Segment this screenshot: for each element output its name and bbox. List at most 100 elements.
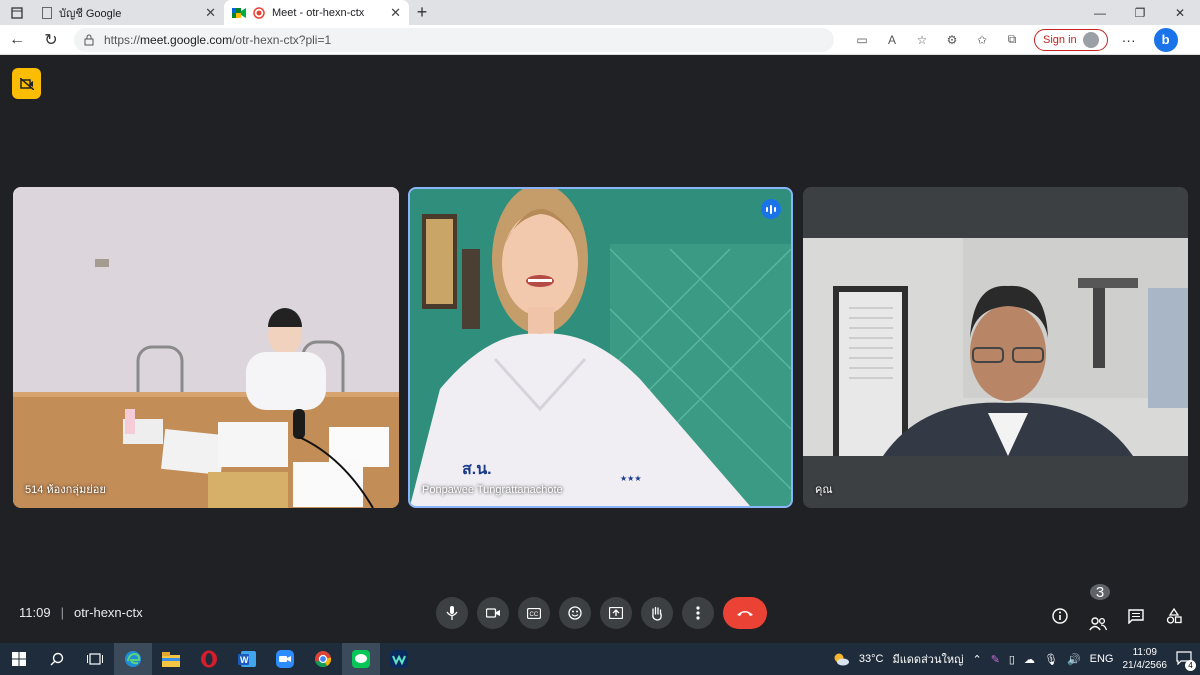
restore-icon[interactable]: ❐: [1120, 0, 1160, 25]
url-text: https://meet.google.com/otr-hexn-ctx?pli…: [104, 32, 332, 47]
taskbar-clock[interactable]: 11:09 21/4/2566: [1123, 646, 1168, 672]
hang-up-icon: [737, 611, 753, 616]
participant-video: ส.น. ★★★: [410, 189, 791, 506]
captions-button[interactable]: CC: [518, 597, 550, 629]
refresh-icon[interactable]: ↻: [34, 25, 68, 55]
participant-tile-active-speaker[interactable]: ส.น. ★★★ Ponpawee Tungrattanachote: [408, 187, 793, 508]
more-vert-icon: [696, 606, 700, 620]
camera-permission-icon[interactable]: ▭: [854, 33, 870, 47]
windows-taskbar: W 33°C มีแดดส่วนใหญ่ ⌃ ✎ ▯ ☁ 🎙 🔊 ENG 11:…: [0, 643, 1200, 675]
page-icon: [42, 6, 52, 19]
opera-icon[interactable]: [190, 643, 228, 675]
back-icon[interactable]: ←: [0, 25, 34, 55]
camera-off-badge-icon[interactable]: [12, 68, 41, 99]
meeting-info: 11:09 | otr-hexn-ctx: [19, 605, 143, 620]
svg-text:W: W: [240, 655, 249, 665]
onedrive-icon[interactable]: ☁: [1024, 653, 1035, 666]
language-indicator[interactable]: ENG: [1090, 653, 1114, 665]
leave-call-button[interactable]: [723, 597, 767, 629]
activities-button[interactable]: [1164, 607, 1184, 628]
window-controls: — ❐ ✕: [1080, 0, 1200, 25]
call-controls: CC: [436, 597, 767, 629]
extensions-icon[interactable]: ⚙: [944, 33, 960, 47]
tab-title: Meet - otr-hexn-ctx: [272, 6, 365, 19]
weather-icon[interactable]: [832, 652, 850, 666]
sign-in-label: Sign in: [1043, 33, 1077, 46]
url-icons: ▭ A ☆ ⚙ ✩ ⧉: [854, 32, 1020, 47]
webex-icon[interactable]: [380, 643, 418, 675]
notification-center-icon[interactable]: 4: [1176, 650, 1196, 671]
chrome-icon[interactable]: [304, 643, 342, 675]
minimize-icon[interactable]: —: [1080, 0, 1120, 25]
add-favorite-icon[interactable]: ☆: [914, 33, 930, 47]
collections-icon[interactable]: ⧉: [1004, 32, 1020, 47]
volume-icon[interactable]: 🔊: [1067, 653, 1081, 666]
speaking-indicator-icon: [761, 199, 781, 219]
camera-icon: [486, 608, 500, 618]
address-bar: ← ↻ https://meet.google.com/otr-hexn-ctx…: [0, 25, 1200, 55]
search-icon[interactable]: [38, 643, 76, 675]
tab-title: บัญชี Google: [59, 7, 122, 20]
camera-button[interactable]: [477, 597, 509, 629]
clock-date: 21/4/2566: [1122, 660, 1168, 671]
reactions-button[interactable]: [559, 597, 591, 629]
close-tab-icon[interactable]: ✕: [205, 5, 216, 21]
weather-temp[interactable]: 33°C: [859, 653, 884, 665]
participant-video: [803, 238, 1188, 456]
participant-tile-self[interactable]: คุณ: [803, 187, 1188, 508]
read-aloud-icon[interactable]: A: [884, 33, 900, 47]
file-explorer-icon[interactable]: [152, 643, 190, 675]
close-tab-icon[interactable]: ✕: [390, 5, 401, 21]
url-field[interactable]: https://meet.google.com/otr-hexn-ctx?pli…: [74, 27, 834, 52]
weather-desc[interactable]: มีแดดส่วนใหญ่: [892, 650, 963, 668]
meeting-time: 11:09: [19, 605, 51, 620]
tab-google-account[interactable]: บัญชี Google ✕: [34, 0, 224, 25]
bing-icon[interactable]: b: [1153, 27, 1178, 52]
captions-icon: CC: [527, 607, 541, 619]
line-icon[interactable]: [342, 643, 380, 675]
zoom-icon[interactable]: [266, 643, 304, 675]
microphone-tray-icon[interactable]: 🎙: [1044, 653, 1058, 666]
word-icon[interactable]: W: [228, 643, 266, 675]
windows-start-icon[interactable]: [0, 643, 38, 675]
present-button[interactable]: [600, 597, 632, 629]
more-icon[interactable]: ···: [1122, 32, 1136, 48]
svg-text:★★★: ★★★: [620, 474, 642, 483]
tab-actions-icon[interactable]: [0, 0, 34, 25]
microphone-button[interactable]: [436, 597, 468, 629]
tab-meet[interactable]: Meet - otr-hexn-ctx ✕: [224, 0, 409, 25]
chat-button[interactable]: [1126, 608, 1146, 628]
pen-icon[interactable]: ✎: [991, 653, 1000, 666]
notification-count: 4: [1185, 659, 1196, 671]
participant-name: Ponpawee Tungrattanachote: [422, 484, 563, 496]
more-options-button[interactable]: [682, 597, 714, 629]
meeting-details-button[interactable]: [1050, 608, 1070, 628]
close-window-icon[interactable]: ✕: [1160, 0, 1200, 25]
meet-logo-icon: [232, 7, 246, 18]
participant-name: คุณ: [815, 484, 833, 496]
avatar-icon: [1082, 31, 1099, 48]
system-tray: 33°C มีแดดส่วนใหญ่ ⌃ ✎ ▯ ☁ 🎙 🔊 ENG 11:09…: [832, 646, 1200, 672]
task-view-icon[interactable]: [76, 643, 114, 675]
people-button[interactable]: 3: [1088, 584, 1110, 635]
meeting-code: otr-hexn-ctx: [73, 605, 143, 620]
divider: |: [60, 605, 64, 620]
meet-stage: 514 ห้องกลุ่มย่อย ส.น. ★★★ Ponpawee Tung…: [0, 56, 1200, 643]
device-icon[interactable]: ▯: [1009, 653, 1015, 666]
side-controls: 3: [1050, 584, 1184, 635]
clock-time: 11:09: [1132, 647, 1157, 658]
activities-icon: [1166, 607, 1182, 624]
participant-video: [13, 187, 399, 508]
participant-tile[interactable]: 514 ห้องกลุ่มย่อย: [13, 187, 399, 508]
raise-hand-button[interactable]: [641, 597, 673, 629]
edge-taskbar-icon[interactable]: [114, 643, 152, 675]
sign-in-button[interactable]: Sign in: [1034, 28, 1108, 51]
show-hidden-icons-icon[interactable]: ⌃: [972, 653, 981, 666]
people-icon: [1089, 617, 1108, 631]
microphone-icon: [446, 606, 458, 620]
participant-name: 514 ห้องกลุ่มย่อย: [25, 484, 106, 496]
new-tab-button[interactable]: +: [409, 0, 435, 25]
favorites-icon[interactable]: ✩: [974, 33, 990, 47]
people-count-badge: 3: [1090, 584, 1110, 601]
browser-tab-bar: บัญชี Google ✕ Meet - otr-hexn-ctx ✕ + —…: [0, 0, 1200, 25]
